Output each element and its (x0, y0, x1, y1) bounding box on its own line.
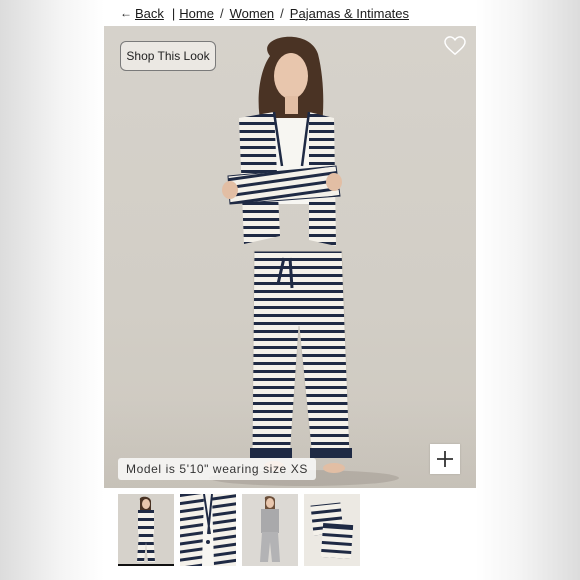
breadcrumb-separator: / (280, 5, 284, 21)
plus-icon (437, 451, 453, 467)
back-link[interactable]: Back (135, 6, 164, 21)
breadcrumb-pajamas-intimates[interactable]: Pajamas & Intimates (290, 6, 409, 21)
shop-this-look-button[interactable]: Shop This Look (120, 41, 216, 71)
thumbnail-grey-set[interactable] (242, 494, 298, 566)
breadcrumb: ← Back | Home / Women / Pajamas & Intima… (120, 5, 409, 21)
thumbnail-front-view[interactable] (118, 494, 174, 566)
thumbnail-strip (118, 494, 360, 568)
model-photo (209, 36, 399, 486)
model-size-caption: Model is 5'10" wearing size XS (118, 458, 316, 480)
product-hero-image[interactable]: Shop This Look Model is 5'10" wearing si… (104, 26, 476, 488)
thumbnail-top-closeup[interactable] (180, 494, 236, 566)
breadcrumb-women[interactable]: Women (230, 6, 275, 21)
back-arrow-icon[interactable]: ← (120, 6, 132, 20)
heart-outline-icon[interactable] (444, 36, 466, 56)
breadcrumb-home[interactable]: Home (179, 6, 214, 21)
breadcrumb-separator: / (219, 5, 224, 21)
breadcrumb-divider: | (171, 5, 176, 21)
thumbnail-folded-set[interactable] (304, 494, 360, 566)
zoom-plus-button[interactable] (430, 444, 460, 474)
